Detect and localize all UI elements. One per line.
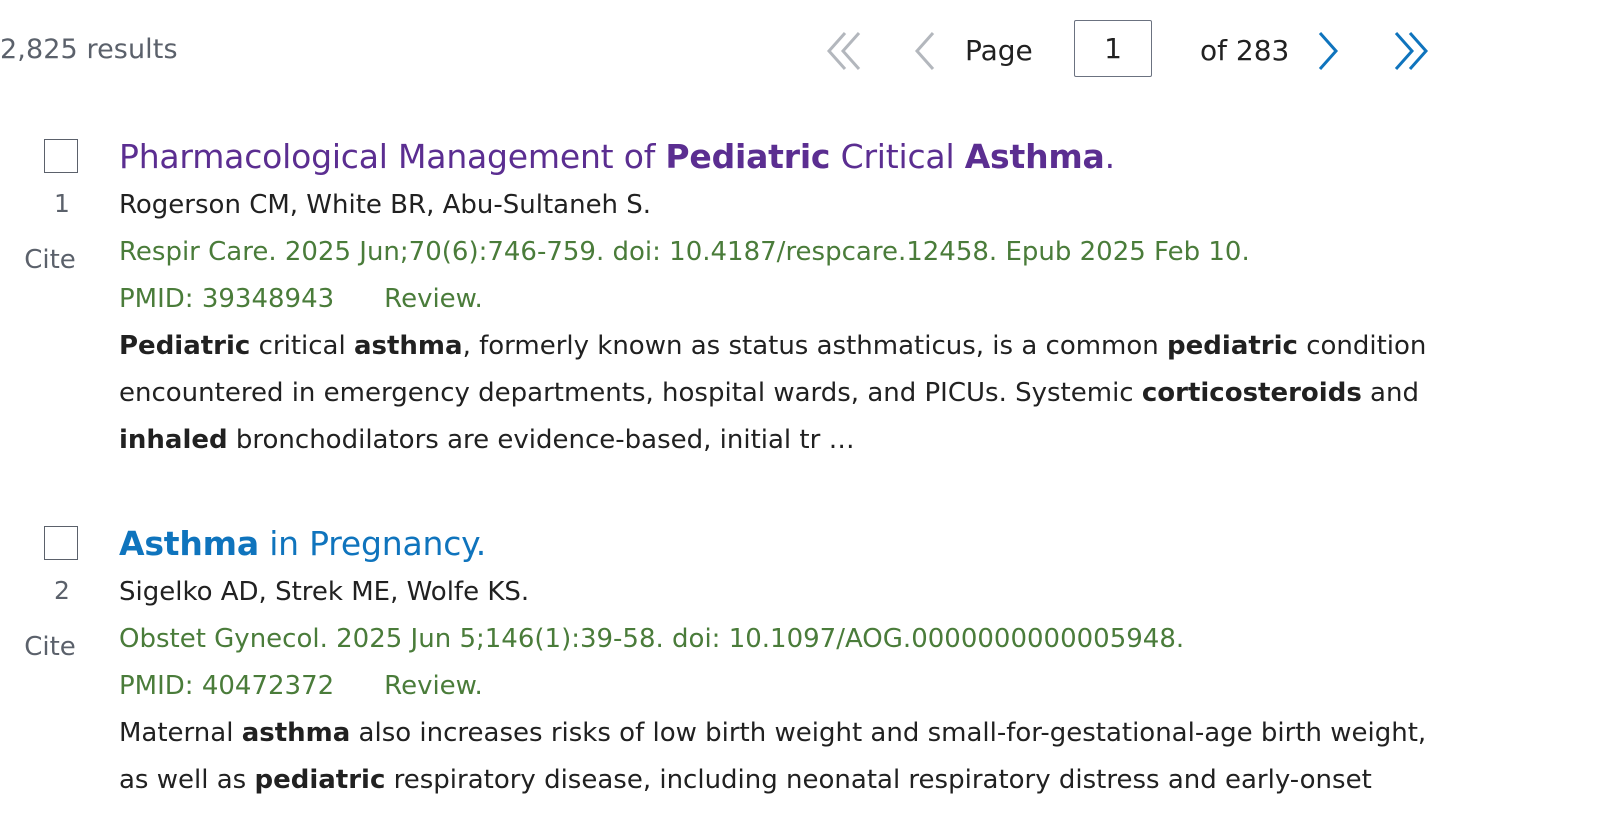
result-authors: Sigelko AD, Strek ME, Wolfe KS. <box>119 577 530 607</box>
cite-button[interactable]: Cite <box>14 245 86 275</box>
snippet-line: Pediatric critical asthma, formerly know… <box>119 323 1439 370</box>
text-segment: . <box>1104 137 1116 176</box>
snippet-line: Maternal asthma also increases risks of … <box>119 710 1439 757</box>
text-segment: encountered in emergency departments, ho… <box>119 378 1142 408</box>
text-segment: Maternal <box>119 718 242 748</box>
result-number: 2 <box>54 576 70 605</box>
result-select-checkbox[interactable] <box>44 139 78 173</box>
search-results-page: 2,825 results Page of 283 <box>0 0 1600 830</box>
first-page-button[interactable] <box>822 27 870 75</box>
result-citation: Obstet Gynecol. 2025 Jun 5;146(1):39-58.… <box>119 624 1185 654</box>
highlighted-term: asthma <box>353 331 463 361</box>
text-segment: bronchodilators are evidence-based, init… <box>227 425 855 455</box>
highlighted-term: corticosteroids <box>1141 378 1362 408</box>
text-segment: Pharmacological Management of <box>119 137 666 176</box>
page-number-input[interactable] <box>1074 20 1152 77</box>
double-chevron-right-icon <box>1394 32 1429 70</box>
highlighted-term: pediatric <box>254 765 386 795</box>
result-citation: Respir Care. 2025 Jun;70(6):746-759. doi… <box>119 237 1250 267</box>
highlighted-term: Pediatric <box>665 137 831 176</box>
result-pmid: PMID: 40472372 <box>119 671 335 701</box>
highlighted-term: Asthma <box>119 524 259 563</box>
result-title-link[interactable]: Asthma in Pregnancy. <box>119 524 1439 564</box>
result-select-checkbox[interactable] <box>44 526 78 560</box>
result-title-link[interactable]: Pharmacological Management of Pediatric … <box>119 137 1439 177</box>
result-content: Asthma in Pregnancy. Sigelko AD, Strek M… <box>119 524 1439 804</box>
text-segment: , formerly known as status asthmaticus, … <box>462 331 1168 361</box>
previous-page-button[interactable] <box>900 27 948 75</box>
result-ids: PMID: 39348943 Review. <box>119 276 1439 323</box>
result-content: Pharmacological Management of Pediatric … <box>119 137 1439 464</box>
result-publication-type: Review. <box>384 671 483 701</box>
text-segment: critical <box>250 331 354 361</box>
double-chevron-left-icon <box>826 32 861 70</box>
total-pages: of 283 <box>1200 34 1290 67</box>
result-pmid: PMID: 39348943 <box>119 284 335 314</box>
result-number: 1 <box>54 189 70 218</box>
chevron-right-icon <box>1318 32 1339 70</box>
snippet-line: encountered in emergency departments, ho… <box>119 370 1439 417</box>
highlighted-term: asthma <box>241 718 351 748</box>
page-label: Page <box>965 34 1033 67</box>
text-segment: condition <box>1297 331 1427 361</box>
last-page-button[interactable] <box>1385 27 1433 75</box>
pagination: Page of 283 <box>0 0 1600 100</box>
result-authors: Rogerson CM, White BR, Abu-Sultaneh S. <box>119 190 652 220</box>
cite-button[interactable]: Cite <box>14 632 86 662</box>
next-page-button[interactable] <box>1305 27 1353 75</box>
snippet-line: inhaled bronchodilators are evidence-bas… <box>119 417 1439 464</box>
snippet-line: as well as pediatric respiratory disease… <box>119 757 1439 804</box>
text-segment: respiratory disease, including neonatal … <box>385 765 1372 795</box>
text-segment: in Pregnancy. <box>258 524 487 563</box>
highlighted-term: Asthma <box>964 137 1105 176</box>
text-segment: also increases risks of low birth weight… <box>350 718 1427 748</box>
text-segment: and <box>1361 378 1419 408</box>
text-segment: as well as <box>119 765 255 795</box>
highlighted-term: Pediatric <box>119 331 251 361</box>
result-publication-type: Review. <box>384 284 483 314</box>
result-snippet: Pediatric critical asthma, formerly know… <box>119 323 1439 464</box>
highlighted-term: pediatric <box>1167 331 1298 361</box>
result-snippet: Maternal asthma also increases risks of … <box>119 710 1439 804</box>
result-ids: PMID: 40472372 Review. <box>119 663 1439 710</box>
highlighted-term: inhaled <box>119 425 228 455</box>
text-segment: Critical <box>830 137 965 176</box>
chevron-left-icon <box>914 32 935 70</box>
